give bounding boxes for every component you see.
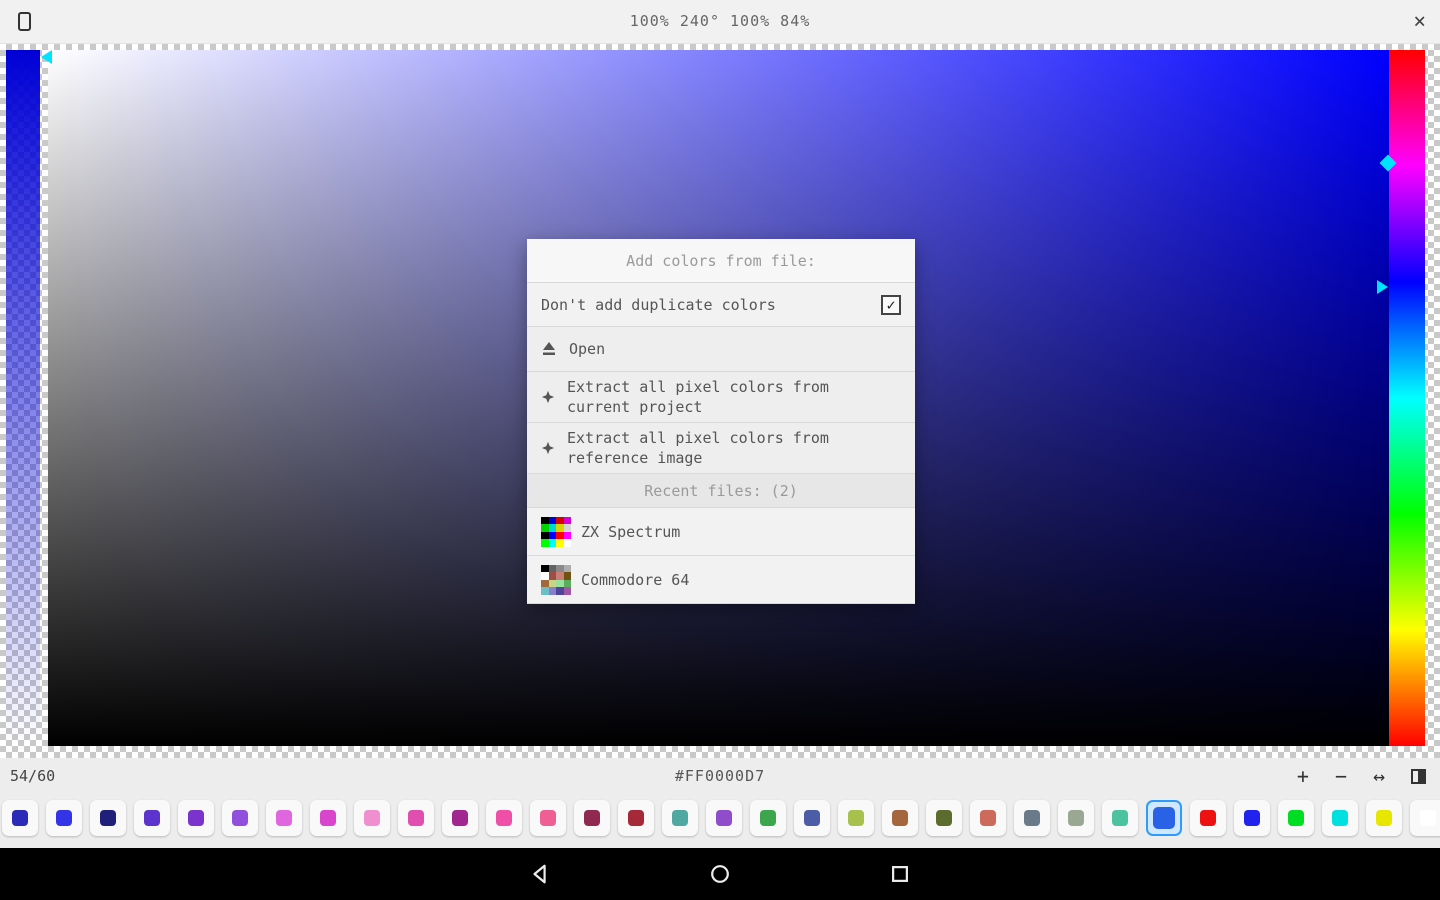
palette-swatch[interactable]	[442, 800, 478, 836]
zx-spectrum-palette-thumbnail	[541, 516, 571, 547]
top-bar: 100% 240° 100% 84% ×	[0, 0, 1440, 44]
palette-swatch[interactable]	[706, 800, 742, 836]
palette-swatch[interactable]	[794, 800, 830, 836]
hue-marker-icon[interactable]	[1377, 280, 1388, 294]
palette-swatch[interactable]	[662, 800, 698, 836]
palette-swatch[interactable]	[618, 800, 654, 836]
palette-swatch[interactable]	[1410, 800, 1440, 836]
hex-color-value[interactable]: #FF0000D7	[0, 767, 1440, 785]
palette-swatch[interactable]	[46, 800, 82, 836]
palette-swatch[interactable]	[926, 800, 962, 836]
dont-add-duplicates-checkbox[interactable]: ✓	[881, 294, 901, 315]
palette-tools: + − ↔	[1297, 763, 1426, 789]
back-icon[interactable]	[529, 863, 551, 885]
add-colors-dialog: Add colors from file: Don't add duplicat…	[527, 239, 915, 604]
app-screen: 100% 240° 100% 84% × Add colors from fil…	[0, 0, 1440, 900]
palette-swatch[interactable]	[90, 800, 126, 836]
palette-swatch[interactable]	[266, 800, 302, 836]
add-color-button[interactable]: +	[1297, 763, 1309, 789]
palette-swatch[interactable]	[398, 800, 434, 836]
alpha-slider[interactable]	[6, 50, 40, 746]
recent-file-zx-spectrum[interactable]: ZX Spectrum	[527, 508, 915, 556]
palette-swatch[interactable]	[1058, 800, 1094, 836]
commodore-64-palette-thumbnail	[541, 564, 571, 595]
recents-icon[interactable]	[889, 863, 911, 885]
alpha-marker-icon[interactable]	[41, 50, 52, 64]
dont-add-duplicates-row[interactable]: Don't add duplicate colors ✓	[527, 283, 915, 327]
palette-swatch[interactable]	[354, 800, 390, 836]
palette-swatch[interactable]	[1146, 800, 1182, 836]
palette-swatch[interactable]	[1190, 800, 1226, 836]
dont-add-duplicates-label: Don't add duplicate colors	[541, 295, 776, 314]
recent-file-label: Commodore 64	[581, 570, 690, 589]
palette-swatch[interactable]	[134, 800, 170, 836]
extract-reference-colors-label: Extract all pixel colors from reference …	[567, 429, 829, 467]
extract-project-colors-label: Extract all pixel colors from current pr…	[567, 378, 829, 416]
extract-icon	[541, 441, 555, 455]
palette-swatch[interactable]	[1366, 800, 1402, 836]
palette-swatch-row	[2, 800, 1440, 836]
palette-swatch[interactable]	[574, 800, 610, 836]
palette-swatch[interactable]	[838, 800, 874, 836]
palette-swatch[interactable]	[1014, 800, 1050, 836]
palette-swatch[interactable]	[486, 800, 522, 836]
palette-swatch[interactable]	[882, 800, 918, 836]
palette-swatch[interactable]	[530, 800, 566, 836]
remove-color-button[interactable]: −	[1335, 763, 1347, 789]
android-nav-bar	[0, 848, 1440, 900]
hsv-readout: 100% 240° 100% 84%	[629, 12, 811, 30]
move-color-button[interactable]: ↔	[1373, 763, 1385, 789]
recent-file-label: ZX Spectrum	[581, 522, 681, 541]
extract-project-colors-button[interactable]: Extract all pixel colors from current pr…	[527, 372, 915, 423]
extract-icon	[541, 390, 555, 404]
dialog-title: Add colors from file:	[527, 239, 915, 283]
palette-swatch[interactable]	[750, 800, 786, 836]
eject-icon	[541, 341, 557, 357]
palette-swatch[interactable]	[2, 800, 38, 836]
palette-swatch[interactable]	[310, 800, 346, 836]
extract-reference-colors-button[interactable]: Extract all pixel colors from reference …	[527, 423, 915, 474]
palette-panel: 54/60 #FF0000D7 + − ↔	[0, 758, 1440, 848]
palette-options-icon[interactable]	[1411, 768, 1426, 784]
open-file-label: Open	[569, 340, 606, 358]
palette-swatch[interactable]	[1278, 800, 1314, 836]
close-icon[interactable]: ×	[1413, 9, 1426, 33]
open-file-button[interactable]: Open	[527, 327, 915, 372]
palette-swatch[interactable]	[222, 800, 258, 836]
hex-row: 54/60 #FF0000D7 + − ↔	[0, 758, 1440, 796]
recent-file-commodore-64[interactable]: Commodore 64	[527, 556, 915, 604]
palette-swatch[interactable]	[970, 800, 1006, 836]
home-icon[interactable]	[709, 863, 731, 885]
palette-swatch[interactable]	[178, 800, 214, 836]
palette-swatch[interactable]	[1102, 800, 1138, 836]
palette-swatch[interactable]	[1322, 800, 1358, 836]
recent-files-header: Recent files: (2)	[527, 474, 915, 508]
palette-swatch[interactable]	[1234, 800, 1270, 836]
hue-slider[interactable]	[1389, 50, 1425, 746]
